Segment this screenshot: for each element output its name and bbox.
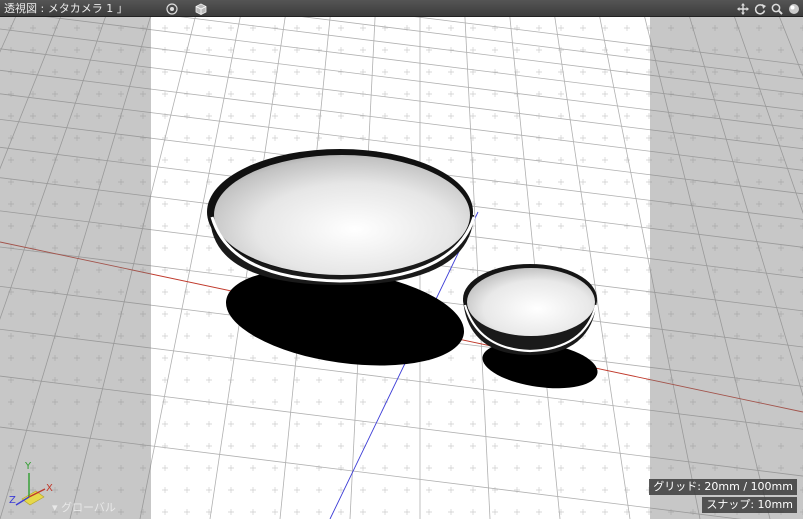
move-icon[interactable]: [736, 2, 750, 16]
right-shade: [650, 17, 803, 519]
large-bowl[interactable]: [207, 149, 476, 285]
viewport-title[interactable]: 透視図 : メタカメラ 1 」: [4, 0, 128, 17]
navigation-tools: [736, 0, 801, 17]
sphere-icon[interactable]: [787, 2, 801, 16]
left-shade: [0, 17, 151, 519]
axis-label-z: Z: [9, 495, 16, 506]
viewport-title-bar: 透視図 : メタカメラ 1 」: [0, 0, 803, 17]
scene-canvas[interactable]: Y X Z: [0, 17, 803, 519]
axis-label-x: X: [46, 483, 53, 494]
coordinate-system-selector[interactable]: ▾ グローバル: [52, 499, 116, 515]
axis-label-y: Y: [24, 461, 32, 472]
snap-info: スナップ: 10mm: [702, 497, 797, 513]
zoom-icon[interactable]: [770, 2, 784, 16]
grid-info: グリッド: 20mm / 100mm: [649, 479, 797, 495]
target-icon[interactable]: [164, 1, 180, 16]
small-bowl[interactable]: [463, 264, 598, 355]
perspective-viewport[interactable]: Y X Z ▾ グローバル グリッド: 20mm / 100mm スナップ: 1…: [0, 17, 803, 519]
rotate-icon[interactable]: [753, 2, 767, 16]
cube-icon[interactable]: [193, 1, 209, 16]
